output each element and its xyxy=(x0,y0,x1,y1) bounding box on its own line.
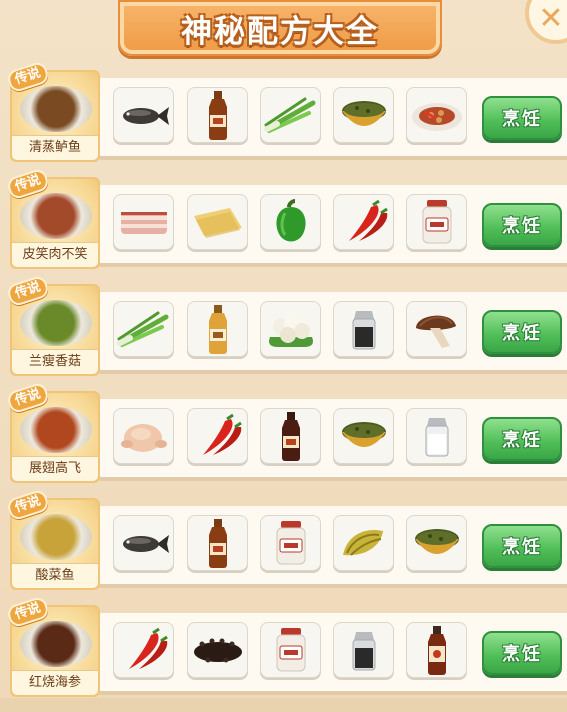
dish-name: 皮笑肉不笑 xyxy=(12,242,98,267)
ingredient-tile[interactable] xyxy=(187,622,248,678)
starch-jar-icon xyxy=(271,626,311,674)
dish-image xyxy=(20,514,92,560)
cook-button[interactable]: 烹饪 xyxy=(482,631,562,675)
ingredient-tile[interactable] xyxy=(333,301,394,357)
ingredient-tile[interactable] xyxy=(187,515,248,571)
fish-icon xyxy=(117,97,171,133)
dish-name: 酸菜鱼 xyxy=(12,563,98,588)
ingredient-tile[interactable] xyxy=(113,622,174,678)
soy-sauce-bottle-icon xyxy=(203,517,233,569)
red-chili-icon xyxy=(191,413,245,459)
ingredient-tile[interactable] xyxy=(187,301,248,357)
dish-name: 兰瘦香菇 xyxy=(12,349,98,374)
cook-button[interactable]: 烹饪 xyxy=(482,417,562,461)
pickled-vegetable-bowl-icon xyxy=(337,416,391,456)
ingredient-tile[interactable] xyxy=(187,87,248,143)
cook-button[interactable]: 烹饪 xyxy=(482,203,562,247)
ingredient-tile[interactable] xyxy=(113,408,174,464)
red-chili-icon xyxy=(337,199,391,245)
ingredient-tile[interactable] xyxy=(187,194,248,250)
dish-image xyxy=(20,300,92,346)
dish-image xyxy=(20,193,92,239)
green-onion-icon xyxy=(263,95,319,135)
tofu-skin-icon xyxy=(190,202,246,242)
ingredient-tile[interactable] xyxy=(260,301,321,357)
close-x-icon: ✕ xyxy=(538,0,564,36)
cook-button[interactable]: 烹饪 xyxy=(482,310,562,354)
dish-card[interactable]: 展翅高飞 传说 xyxy=(5,381,100,483)
vinegar-bottle-icon xyxy=(276,410,306,462)
green-pepper-icon xyxy=(267,199,315,245)
red-chili-icon xyxy=(117,627,171,673)
recipe-row: 清蒸鲈鱼 传说 烹饪 xyxy=(0,60,567,175)
green-onion-icon xyxy=(116,309,172,349)
recipe-row: 兰瘦香菇 传说 烹饪 xyxy=(0,274,567,389)
recipe-list: 清蒸鲈鱼 传说 烹饪 皮笑肉不笑 传说 烹饪 兰瘦香菇 传说 烹饪 展翅高飞 传说 烹饪 酸菜鱼 传说 烹饪… xyxy=(0,60,567,710)
ingredient-tile[interactable] xyxy=(113,87,174,143)
dish-image xyxy=(20,407,92,453)
soy-sauce-bottle-icon xyxy=(203,89,233,141)
pork-belly-icon xyxy=(117,202,171,242)
ingredient-tile[interactable] xyxy=(260,408,321,464)
ingredient-tile[interactable] xyxy=(406,408,467,464)
dish-image xyxy=(20,621,92,667)
ingredient-tile[interactable] xyxy=(406,515,467,571)
ingredient-tile[interactable] xyxy=(260,515,321,571)
ingredient-tile[interactable] xyxy=(406,622,467,678)
list-bottom-edge xyxy=(0,698,567,712)
cauliflower-icon xyxy=(264,307,318,351)
dish-image xyxy=(20,86,92,132)
cook-button[interactable]: 烹饪 xyxy=(482,96,562,140)
ingredient-tile[interactable] xyxy=(406,87,467,143)
cook-button[interactable]: 烹饪 xyxy=(482,524,562,568)
sauce-bottle-icon xyxy=(422,624,452,676)
ingredient-tile[interactable] xyxy=(113,515,174,571)
dish-card[interactable]: 酸菜鱼 传说 xyxy=(5,488,100,590)
dish-name: 展翅高飞 xyxy=(12,456,98,481)
title-banner: 神秘配方大全 xyxy=(118,0,442,56)
pickled-vegetable-bowl-icon xyxy=(337,95,391,135)
fish-icon xyxy=(117,525,171,561)
ingredient-tile[interactable] xyxy=(333,622,394,678)
ingredient-tile[interactable] xyxy=(333,87,394,143)
recipe-row: 皮笑肉不笑 传说 烹饪 xyxy=(0,167,567,282)
sea-cucumber-icon xyxy=(190,630,246,670)
pepper-shaker-icon xyxy=(346,305,382,353)
ingredient-tile[interactable] xyxy=(406,301,467,357)
mushroom-icon xyxy=(410,306,464,352)
ingredient-tile[interactable] xyxy=(333,194,394,250)
ingredient-tile[interactable] xyxy=(113,301,174,357)
salt-shaker-icon xyxy=(419,412,455,460)
pepper-shaker-icon xyxy=(346,626,382,674)
dish-card[interactable]: 兰瘦香菇 传说 xyxy=(5,274,100,376)
chicken-icon xyxy=(117,414,171,458)
starch-jar-icon xyxy=(417,198,457,246)
ingredient-tile[interactable] xyxy=(406,194,467,250)
ingredient-tile[interactable] xyxy=(113,194,174,250)
dish-name: 红烧海参 xyxy=(12,670,98,695)
ingredient-tile[interactable] xyxy=(333,408,394,464)
ingredient-tile[interactable] xyxy=(333,515,394,571)
dish-card[interactable]: 皮笑肉不笑 传说 xyxy=(5,167,100,269)
pickled-vegetable-bowl-icon xyxy=(410,523,464,563)
dish-name: 清蒸鲈鱼 xyxy=(12,135,98,160)
cooking-wine-bottle-icon xyxy=(203,303,233,355)
dish-card[interactable]: 红烧海参 传说 xyxy=(5,595,100,697)
ingredient-tile[interactable] xyxy=(260,194,321,250)
dish-card[interactable]: 清蒸鲈鱼 传说 xyxy=(5,60,100,162)
recipe-row: 酸菜鱼 传说 烹饪 xyxy=(0,488,567,603)
chili-peanut-plate-icon xyxy=(409,95,465,135)
recipe-row: 展翅高飞 传说 烹饪 xyxy=(0,381,567,496)
starch-jar-icon xyxy=(271,519,311,567)
recipe-row: 红烧海参 传说 烹饪 xyxy=(0,595,567,710)
page-title: 神秘配方大全 xyxy=(181,13,379,50)
ingredient-tile[interactable] xyxy=(260,622,321,678)
sauerkraut-icon xyxy=(337,521,391,565)
ingredient-tile[interactable] xyxy=(260,87,321,143)
close-button[interactable]: ✕ xyxy=(525,0,567,44)
ingredient-tile[interactable] xyxy=(187,408,248,464)
